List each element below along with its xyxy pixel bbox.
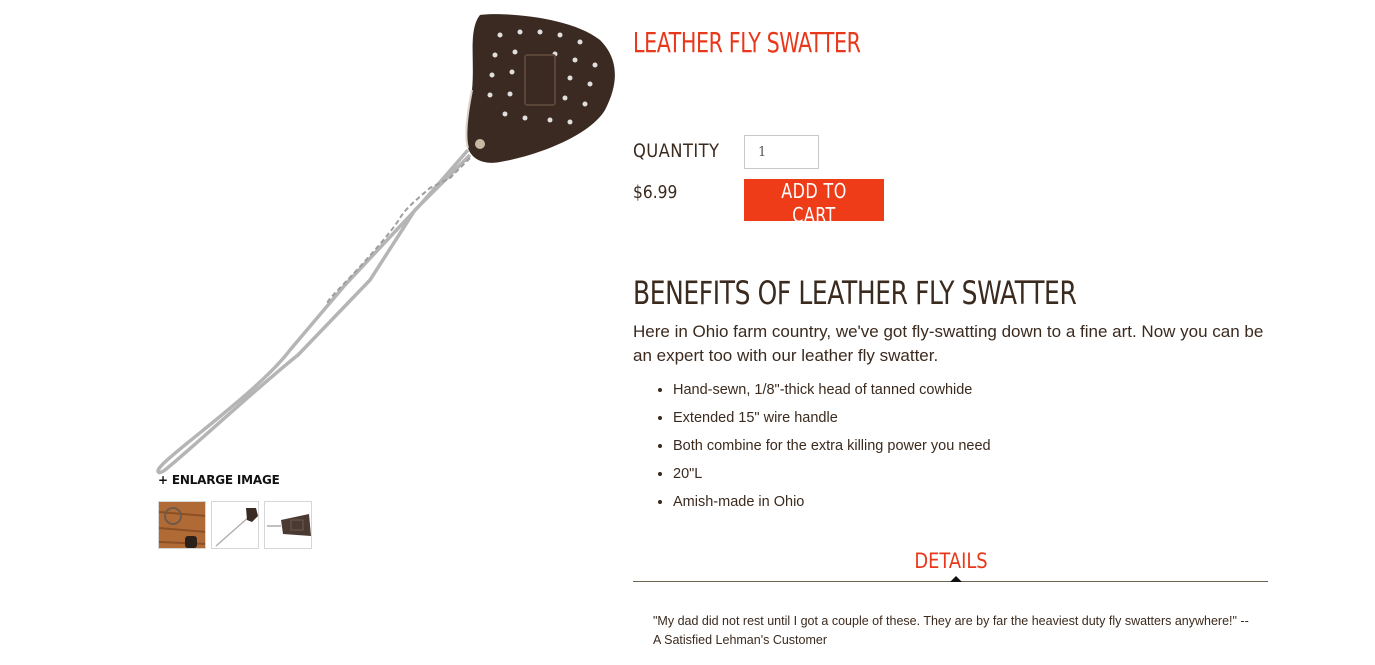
tab-details[interactable]: DETAILS (914, 549, 987, 573)
list-item: Hand-sewn, 1/8"-thick head of tanned cow… (673, 376, 991, 404)
thumbnail-gallery (158, 501, 312, 549)
thumbnail-1[interactable] (158, 501, 206, 549)
list-item: Both combine for the extra killing power… (673, 432, 991, 460)
price: $6.99 (633, 182, 678, 203)
add-to-cart-button[interactable]: ADD TO CART (744, 179, 884, 227)
swatter-head-thumbnail (267, 514, 311, 536)
list-item: Amish-made in Ohio (673, 488, 991, 516)
product-title: LEATHER FLY SWATTER (633, 26, 861, 59)
full-swatter-thumbnail (215, 508, 258, 547)
active-tab-indicator (950, 576, 962, 582)
product-image[interactable] (150, 10, 620, 475)
benefits-list: Hand-sewn, 1/8"-thick head of tanned cow… (633, 376, 991, 516)
fly-swatter-image (156, 14, 615, 475)
add-to-cart-label: ADD TO CART (781, 179, 847, 227)
list-item: 20"L (673, 460, 991, 488)
customer-review: "My dad did not rest until I got a coupl… (653, 614, 1249, 647)
thumbnail-3[interactable] (264, 501, 312, 549)
swatter-on-wood-thumbnail (159, 502, 205, 548)
quantity-label: QUANTITY (633, 140, 720, 162)
benefits-heading: BENEFITS OF LEATHER FLY SWATTER (633, 274, 1077, 312)
benefits-intro: Here in Ohio farm country, we've got fly… (633, 322, 1264, 365)
tab-bar: DETAILS (633, 545, 1268, 582)
quantity-input[interactable] (744, 135, 819, 169)
list-item: Extended 15" wire handle (673, 404, 991, 432)
enlarge-image-link[interactable]: + ENLARGE IMAGE (158, 473, 280, 487)
thumbnail-2[interactable] (211, 501, 259, 549)
